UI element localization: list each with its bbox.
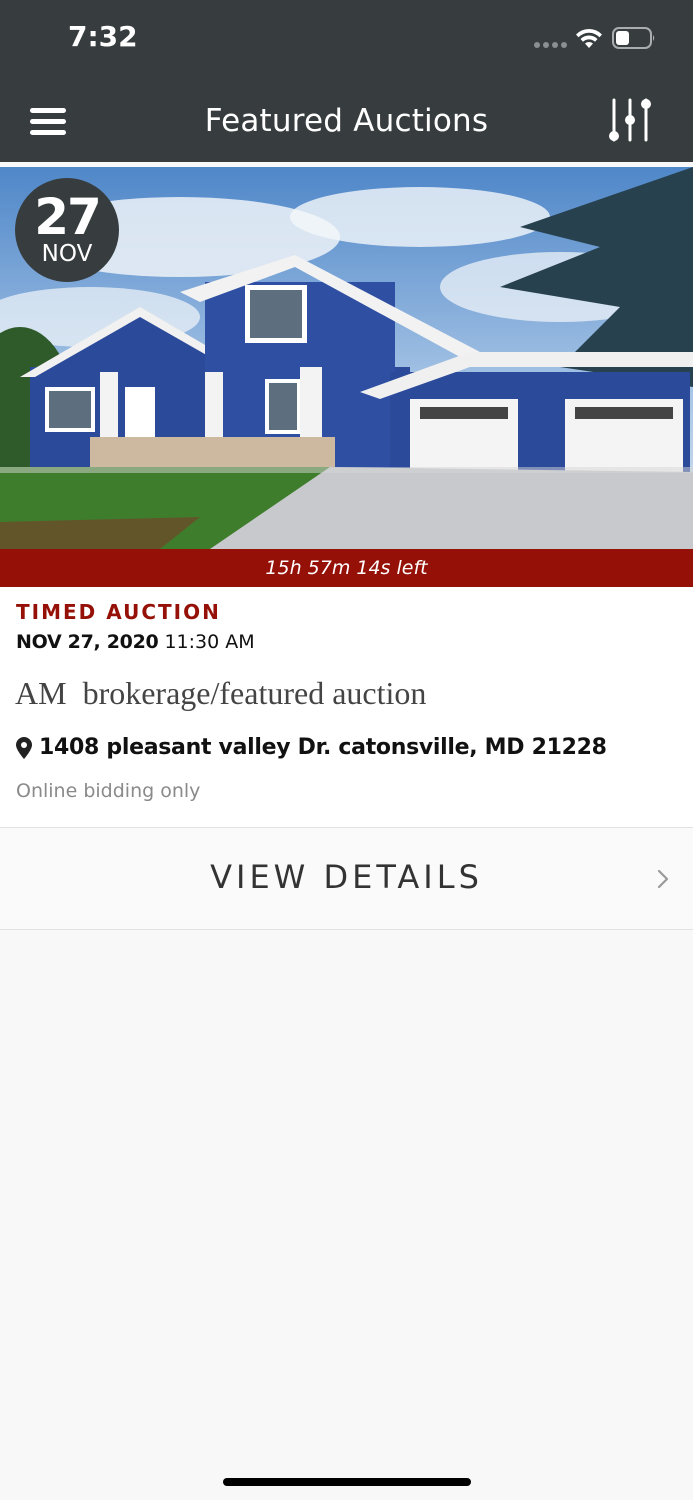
sliders-filter-icon[interactable] [606, 96, 654, 144]
auction-date-badge: 27 NOV [15, 178, 119, 282]
countdown-timer: 15h 57m 14s left [0, 549, 693, 587]
auction-datetime: NOV 27, 2020 11:30 AM [16, 631, 255, 653]
view-details-button[interactable]: VIEW DETAILS [0, 828, 693, 929]
page-title: Featured Auctions [204, 103, 489, 139]
address-row: 1408 pleasant valley Dr. catonsville, MD… [16, 735, 607, 760]
view-details-label: VIEW DETAILS [210, 858, 483, 896]
auction-card[interactable]: TIMED AUCTION NOV 27, 2020 11:30 AM AM b… [0, 587, 693, 827]
chevron-right-icon [657, 869, 669, 889]
property-address: 1408 pleasant valley Dr. catonsville, MD… [39, 735, 607, 760]
auction-time: 11:30 AM [158, 631, 255, 653]
home-indicator[interactable] [223, 1478, 471, 1486]
wifi-icon [576, 28, 602, 48]
badge-month: NOV [41, 241, 93, 267]
auction-type-label: TIMED AUCTION [16, 600, 221, 624]
app-screen: 7:32 Featured Auctions 27 NOV 15h 57m 14… [0, 0, 693, 1500]
top-bar: 7:32 Featured Auctions [0, 0, 693, 162]
location-pin-icon [16, 736, 32, 759]
auction-date: NOV 27, 2020 [16, 631, 159, 653]
bidding-note: Online bidding only [16, 780, 201, 802]
battery-icon [612, 27, 655, 49]
badge-day: 27 [34, 188, 102, 246]
cellular-signal-icon [534, 42, 567, 48]
divider [0, 929, 693, 930]
status-time: 7:32 [68, 20, 138, 53]
auction-title: AM brokerage/featured auction [15, 675, 427, 711]
